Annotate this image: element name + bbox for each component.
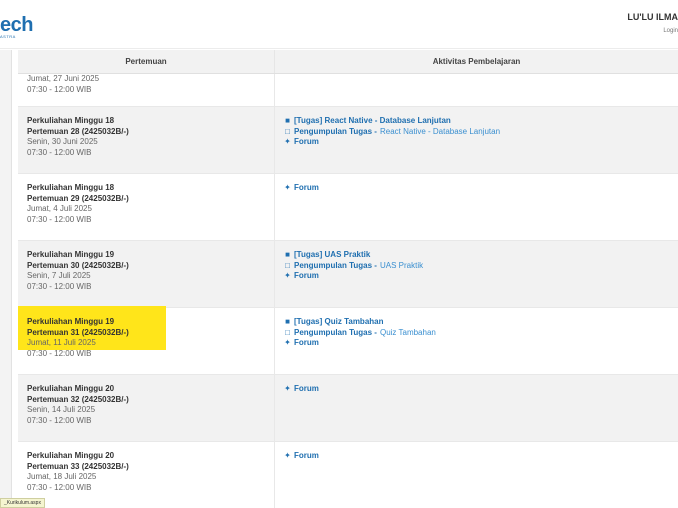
activity-link[interactable]: ■ [Tugas] Quiz Tambahan (283, 317, 678, 328)
meeting-time: 07:30 - 12:00 WIB (27, 482, 92, 492)
users-icon: ✦ (284, 384, 291, 393)
activity-cell: ✦ Forum (275, 442, 678, 508)
meeting-date: Senin, 7 Juli 2025 (27, 271, 91, 280)
login-link[interactable]: Login (663, 28, 678, 34)
column-header-meeting: Pertemuan (18, 50, 275, 73)
meeting-week-title: Perkuliahan Minggu 19 (27, 250, 115, 259)
upload-icon: □ (285, 327, 290, 337)
activity-title[interactable]: Forum (294, 271, 319, 282)
upload-icon: □ (285, 126, 290, 136)
meeting-date: Senin, 30 Juni 2025 (27, 137, 98, 146)
activity-cell: ✦ Forum (275, 375, 678, 441)
activity-link[interactable]: ■ [Tugas] React Native - Database Lanjuta… (283, 116, 678, 127)
activity-subtitle[interactable]: UAS Praktik (380, 261, 423, 272)
activity-link[interactable]: □ Pengumpulan Tugas - React Native - Datab… (283, 127, 678, 138)
status-bar-url: _Kurikulum.aspx (0, 498, 45, 508)
activity-link[interactable]: ✦ Forum (283, 271, 678, 282)
activity-link[interactable]: ✦ Forum (283, 183, 678, 194)
meeting-date: Jumat, 11 Juli 2025 (27, 338, 96, 347)
meeting-number: Pertemuan 29 (2425032B/-) (27, 193, 129, 203)
table-header: Pertemuan Aktivitas Pembelajaran (18, 50, 678, 74)
meeting-time: 07:30 - 12:00 WIB (27, 281, 92, 291)
meeting-time: 07:30 - 12:00 WIB (27, 348, 92, 358)
meeting-time: 07:30 - 12:00 WIB (27, 214, 92, 224)
activity-subtitle[interactable]: Quiz Tambahan (380, 328, 436, 339)
activity-cell: ■ [Tugas] UAS Praktik □ Pengumpulan Tugas -… (275, 241, 678, 307)
meeting-week-title: Perkuliahan Minggu 20 (27, 384, 115, 393)
activity-link[interactable]: □ Pengumpulan Tugas - UAS Praktik (283, 261, 678, 272)
meeting-date: Jumat, 27 Juni 2025 (27, 74, 100, 83)
file-icon: ■ (285, 317, 290, 326)
activity-cell: ✦ Forum (275, 174, 678, 240)
column-header-activity: Aktivitas Pembelajaran (432, 57, 521, 66)
meeting-number: Pertemuan 32 (2425032B/-) (27, 394, 129, 404)
meeting-cell: Perkuliahan Minggu 18 Pertemuan 29 (24250… (18, 174, 275, 240)
activity-link[interactable]: ✦ Forum (283, 451, 678, 462)
upload-icon: □ (285, 260, 290, 270)
activity-cell (275, 74, 678, 106)
activity-link[interactable]: ✦ Forum (283, 384, 678, 395)
activity-title[interactable]: [Tugas] React Native - Database Lanjutan (294, 116, 451, 127)
activity-link[interactable]: ✦ Forum (283, 338, 678, 349)
activity-link[interactable]: ✦ Forum (283, 137, 678, 148)
activity-subtitle[interactable]: React Native - Database Lanjutan (380, 127, 500, 138)
activity-title[interactable]: Pengumpulan Tugas - (294, 328, 377, 339)
table-row: Jumat, 27 Juni 2025 07:30 - 12:00 WIB (18, 74, 678, 107)
table-row: Perkuliahan Minggu 20 Pertemuan 32 (24250… (18, 375, 678, 442)
user-name[interactable]: LU'LU ILMA (627, 12, 678, 22)
meeting-cell: Perkuliahan Minggu 19 Pertemuan 30 (24250… (18, 241, 275, 307)
meeting-time: 07:30 - 12:00 WIB (27, 147, 92, 157)
users-icon: ✦ (284, 137, 291, 146)
meeting-time: 07:30 - 12:00 WIB (27, 84, 92, 94)
activity-title[interactable]: Forum (294, 183, 319, 194)
table-row: Perkuliahan Minggu 18 Pertemuan 28 (24250… (18, 107, 678, 174)
activity-link[interactable]: □ Pengumpulan Tugas - Quiz Tambahan (283, 328, 678, 339)
users-icon: ✦ (284, 451, 291, 460)
meeting-time: 07:30 - 12:00 WIB (27, 415, 92, 425)
activity-title[interactable]: Forum (294, 338, 319, 349)
meeting-week-title: Perkuliahan Minggu 18 (27, 183, 115, 192)
meeting-cell: Perkuliahan Minggu 18 Pertemuan 28 (24250… (18, 107, 275, 173)
activity-title[interactable]: [Tugas] UAS Praktik (294, 250, 370, 261)
activity-title[interactable]: Forum (294, 137, 319, 148)
meeting-number: Pertemuan 30 (2425032B/-) (27, 260, 129, 270)
meeting-week-title: Perkuliahan Minggu 20 (27, 451, 115, 460)
meeting-number: Pertemuan 33 (2425032B/-) (27, 461, 129, 471)
meeting-date: Jumat, 18 Juli 2025 (27, 472, 97, 481)
activity-title[interactable]: Forum (294, 451, 319, 462)
activity-cell: ■ [Tugas] React Native - Database Lanjuta… (275, 107, 678, 173)
table-row: Perkuliahan Minggu 18 Pertemuan 29 (24250… (18, 174, 678, 241)
activity-title[interactable]: [Tugas] Quiz Tambahan (294, 317, 383, 328)
file-icon: ■ (285, 116, 290, 125)
table-body: Jumat, 27 Juni 2025 07:30 - 12:00 WIB Perk… (18, 74, 678, 508)
users-icon: ✦ (284, 338, 291, 347)
activity-title[interactable]: Pengumpulan Tugas - (294, 127, 377, 138)
meeting-number: Pertemuan 28 (2425032B/-) (27, 126, 129, 136)
meeting-cell: Perkuliahan Minggu 20 Pertemuan 33 (24250… (18, 442, 275, 508)
table-row: Perkuliahan Minggu 19 Pertemuan 30 (24250… (18, 241, 678, 308)
meeting-cell: Perkuliahan Minggu 20 Pertemuan 32 (24250… (18, 375, 275, 441)
users-icon: ✦ (284, 271, 291, 280)
activity-link[interactable]: ■ [Tugas] UAS Praktik (283, 250, 678, 261)
logo-subtitle: ASTRA (0, 34, 16, 39)
activity-cell: ■ [Tugas] Quiz Tambahan □ Pengumpulan Tugas… (275, 308, 678, 374)
table-row: Perkuliahan Minggu 19 Pertemuan 31 (24250… (18, 306, 678, 375)
users-icon: ✦ (284, 183, 291, 192)
meeting-cell: Jumat, 27 Juni 2025 07:30 - 12:00 WIB (18, 74, 275, 106)
table-row: Perkuliahan Minggu 20 Pertemuan 33 (24250… (18, 442, 678, 508)
meeting-week-title: Perkuliahan Minggu 18 (27, 116, 115, 125)
activity-title[interactable]: Forum (294, 384, 319, 395)
sidebar-edge (0, 50, 12, 508)
meeting-number: Pertemuan 31 (2425032B/-) (27, 327, 129, 337)
meeting-cell: Perkuliahan Minggu 19 Pertemuan 31 (24250… (18, 306, 275, 374)
file-icon: ■ (285, 250, 290, 259)
top-bar: ech ASTRA LU'LU ILMA Login (0, 0, 678, 49)
activity-title[interactable]: Pengumpulan Tugas - (294, 261, 377, 272)
meeting-week-title: Perkuliahan Minggu 19 (27, 317, 115, 326)
meeting-date: Senin, 14 Juli 2025 (27, 405, 96, 414)
schedule-table: Pertemuan Aktivitas Pembelajaran Jumat, … (18, 50, 678, 508)
meeting-date: Jumat, 4 Juli 2025 (27, 204, 92, 213)
